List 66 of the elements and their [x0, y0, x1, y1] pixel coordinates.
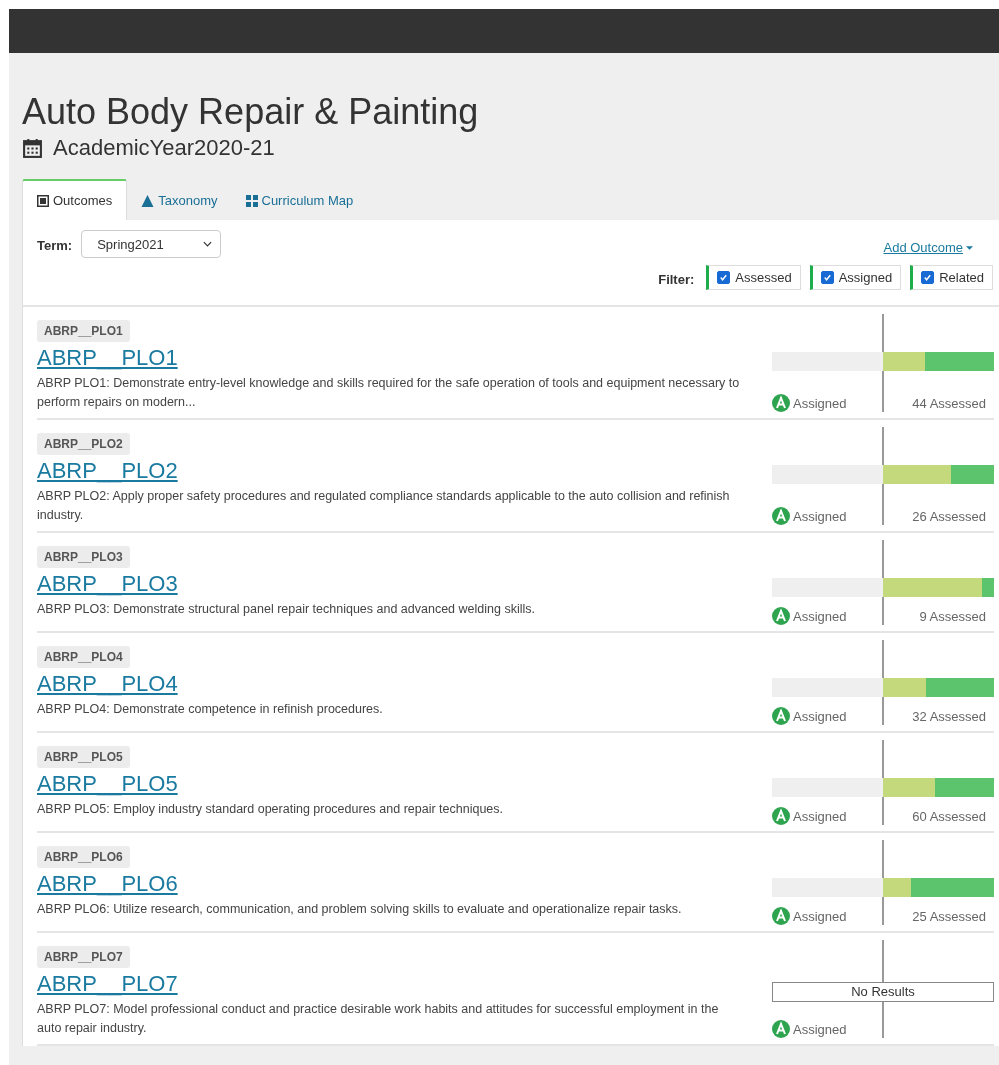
assessed-count: 44 Assessed [912, 395, 986, 411]
checkbox[interactable] [820, 271, 834, 284]
term-label: Term: [37, 238, 73, 253]
outcome-description: ABRP PLO1: Demonstrate entry-level knowledge and skills required for the safe operation of tools and equipment necessary to perform repairs on modern... [37, 375, 741, 411]
status-label: Assigned [793, 1021, 847, 1037]
outcome-link[interactable]: ABRP__PLO4 [37, 671, 742, 697]
checkbox[interactable] [717, 271, 731, 284]
outcome-link[interactable]: ABRP__PLO3 [37, 571, 742, 597]
assessed-count: 9 Assessed [919, 608, 986, 624]
tab[interactable]: Outcomes [22, 179, 128, 220]
outcome-tag: ABRP__PLO4 [37, 646, 130, 668]
chevron-down-icon [203, 241, 213, 247]
outcome-description: ABRP PLO6: Utilize research, communication, and problem solving skills to evaluate and operationalize repair tasks. [37, 901, 683, 918]
outcome-description: ABRP PLO2: Apply proper safety procedures and regulated compliance standards applicable to the auto collision and refinish industry. [37, 488, 731, 524]
list-icon [37, 194, 49, 207]
outcome-tag: ABRP__PLO1 [37, 320, 130, 342]
outcome-description: ABRP PLO5: Employ industry standard operating procedures and repair techniques. [37, 801, 504, 818]
assessed-count: 25 Assessed [912, 908, 986, 924]
filter-label: Filter: [658, 272, 695, 287]
status-label: Assigned [793, 608, 847, 624]
outcome-description: ABRP PLO4: Demonstrate competence in refinish procedures. [37, 701, 384, 718]
outcome-tag: ABRP__PLO5 [37, 746, 130, 768]
no-results-box: No Results [772, 982, 994, 1002]
term-select[interactable]: Spring2021 [81, 230, 222, 258]
outcome-link[interactable]: ABRP__PLO6 [37, 871, 742, 897]
assessed-count: 26 Assessed [912, 508, 986, 524]
status-label: Assigned [793, 708, 847, 724]
outcome-tag: ABRP__PLO2 [37, 433, 130, 455]
assigned-badge-icon [772, 907, 790, 925]
assessed-count: 32 Assessed [912, 708, 986, 724]
outcome-link[interactable]: ABRP__PLO7 [37, 971, 742, 997]
add-outcome-link[interactable]: Add Outcome [883, 240, 973, 255]
checkmark-icon [923, 273, 933, 282]
assessed-count: 60 Assessed [912, 808, 986, 824]
outcome-link[interactable]: ABRP__PLO5 [37, 771, 742, 797]
caret-icon [966, 245, 973, 250]
tab[interactable]: Curriculum Map [231, 179, 368, 220]
status-label: Assigned [793, 808, 847, 824]
grid-icon [245, 194, 258, 207]
checkmark-icon [822, 273, 832, 282]
outcome-link[interactable]: ABRP__PLO2 [37, 458, 742, 484]
outcome-tag: ABRP__PLO3 [37, 546, 130, 568]
filter-option[interactable]: Assessed [706, 265, 801, 290]
status-label: Assigned [793, 508, 847, 524]
filter-option[interactable]: Assigned [809, 265, 902, 290]
assigned-badge-icon [772, 507, 790, 525]
assigned-badge-icon [772, 607, 790, 625]
assigned-badge-icon [772, 394, 790, 412]
outcome-link[interactable]: ABRP__PLO1 [37, 345, 742, 371]
tab[interactable]: Taxonomy [127, 179, 232, 220]
outcome-tag: ABRP__PLO7 [37, 946, 130, 968]
assigned-badge-icon [772, 807, 790, 825]
outcome-description: ABRP PLO3: Demonstrate structural panel repair techniques and advanced welding skills. [37, 601, 536, 618]
status-label: Assigned [793, 908, 847, 924]
status-label: Assigned [793, 395, 847, 411]
assigned-badge-icon [772, 707, 790, 725]
outcome-tag: ABRP__PLO6 [37, 846, 130, 868]
filter-option[interactable]: Related [910, 265, 993, 290]
academic-year: AcademicYear2020-21 [53, 135, 275, 161]
checkbox[interactable] [921, 271, 935, 284]
calendar-icon [22, 137, 43, 159]
assigned-badge-icon [772, 1020, 790, 1038]
page-title: Auto Body Repair & Painting [22, 91, 480, 133]
checkmark-icon [719, 273, 729, 282]
outcome-description: ABRP PLO7: Model professional conduct and practice desirable work habits and attitudes for successful employment in the auto repair industry. [37, 1001, 720, 1037]
triangle-icon [141, 194, 155, 207]
